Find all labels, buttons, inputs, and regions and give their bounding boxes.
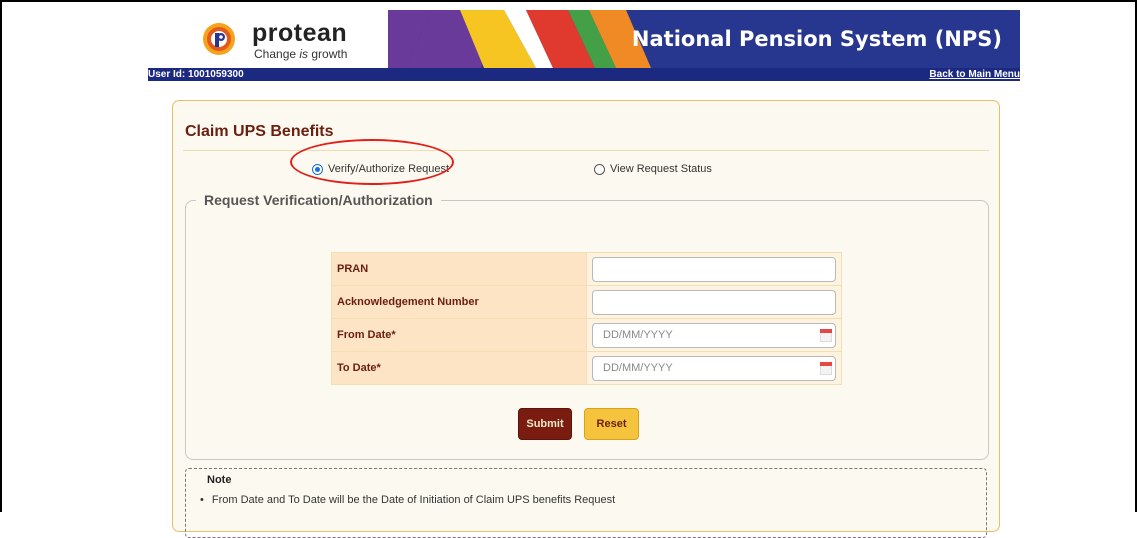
pran-label: PRAN (331, 252, 587, 286)
from-date-label: From Date* (331, 318, 587, 352)
logo-tagline: Change is growth (254, 47, 348, 61)
claim-card: Claim UPS Benefits Verify/Authorize Requ… (172, 100, 1000, 538)
radio-view-request-status[interactable]: View Request Status (594, 163, 712, 175)
radio-label: View Request Status (610, 163, 712, 175)
to-date-label: To Date* (331, 351, 587, 385)
radio-button[interactable] (594, 163, 605, 175)
back-to-main-menu-link[interactable]: Back to Main Menu (929, 68, 1020, 81)
from-date-input[interactable]: DD/MM/YYYY (592, 322, 836, 348)
to-date-input[interactable]: DD/MM/YYYY (592, 355, 836, 381)
to-date-placeholder: DD/MM/YYYY (603, 361, 673, 374)
page-header-title: National Pension System (NPS) (631, 27, 1002, 51)
form-row-acknowledgement: Acknowledgement Number (331, 285, 842, 319)
acknowledgement-number-label: Acknowledgement Number (331, 285, 587, 319)
logo-name: protean (252, 19, 348, 47)
form-row-pran: PRAN (331, 252, 842, 286)
note-title: Note (207, 474, 232, 486)
request-verification-section: Request Verification/Authorization PRAN … (185, 192, 989, 460)
request-form-table: PRAN Acknowledgement Number From Date* D… (331, 252, 842, 385)
form-row-to-date: To Date* DD/MM/YYYY (331, 351, 842, 385)
form-row-from-date: From Date* DD/MM/YYYY (331, 318, 842, 352)
note-list-item: • From Date and To Date will be the Date … (200, 494, 616, 506)
logo-area: protean Change is growth (148, 10, 388, 68)
from-date-placeholder: DD/MM/YYYY (603, 328, 673, 341)
calendar-icon[interactable] (820, 361, 832, 375)
bullet-icon: • (200, 494, 204, 506)
submit-button[interactable]: Submit (518, 408, 572, 440)
protean-logo-icon (203, 23, 235, 55)
reset-button[interactable]: Reset (584, 408, 639, 440)
acknowledgement-number-input[interactable] (592, 289, 836, 315)
page-title: Claim UPS Benefits (185, 123, 334, 140)
user-id-label: User Id: 1001059300 (148, 69, 244, 80)
note-box: Note • From Date and To Date will be the … (185, 468, 987, 538)
section-title: Request Verification/Authorization (196, 192, 441, 208)
pran-input[interactable] (592, 256, 836, 282)
calendar-icon[interactable] (820, 328, 832, 342)
highlight-annotation-oval (290, 139, 454, 185)
header-banner: protean Change is growth National Pensio… (148, 10, 1020, 68)
user-bar: User Id: 1001059300 Back to Main Menu (148, 68, 1020, 81)
